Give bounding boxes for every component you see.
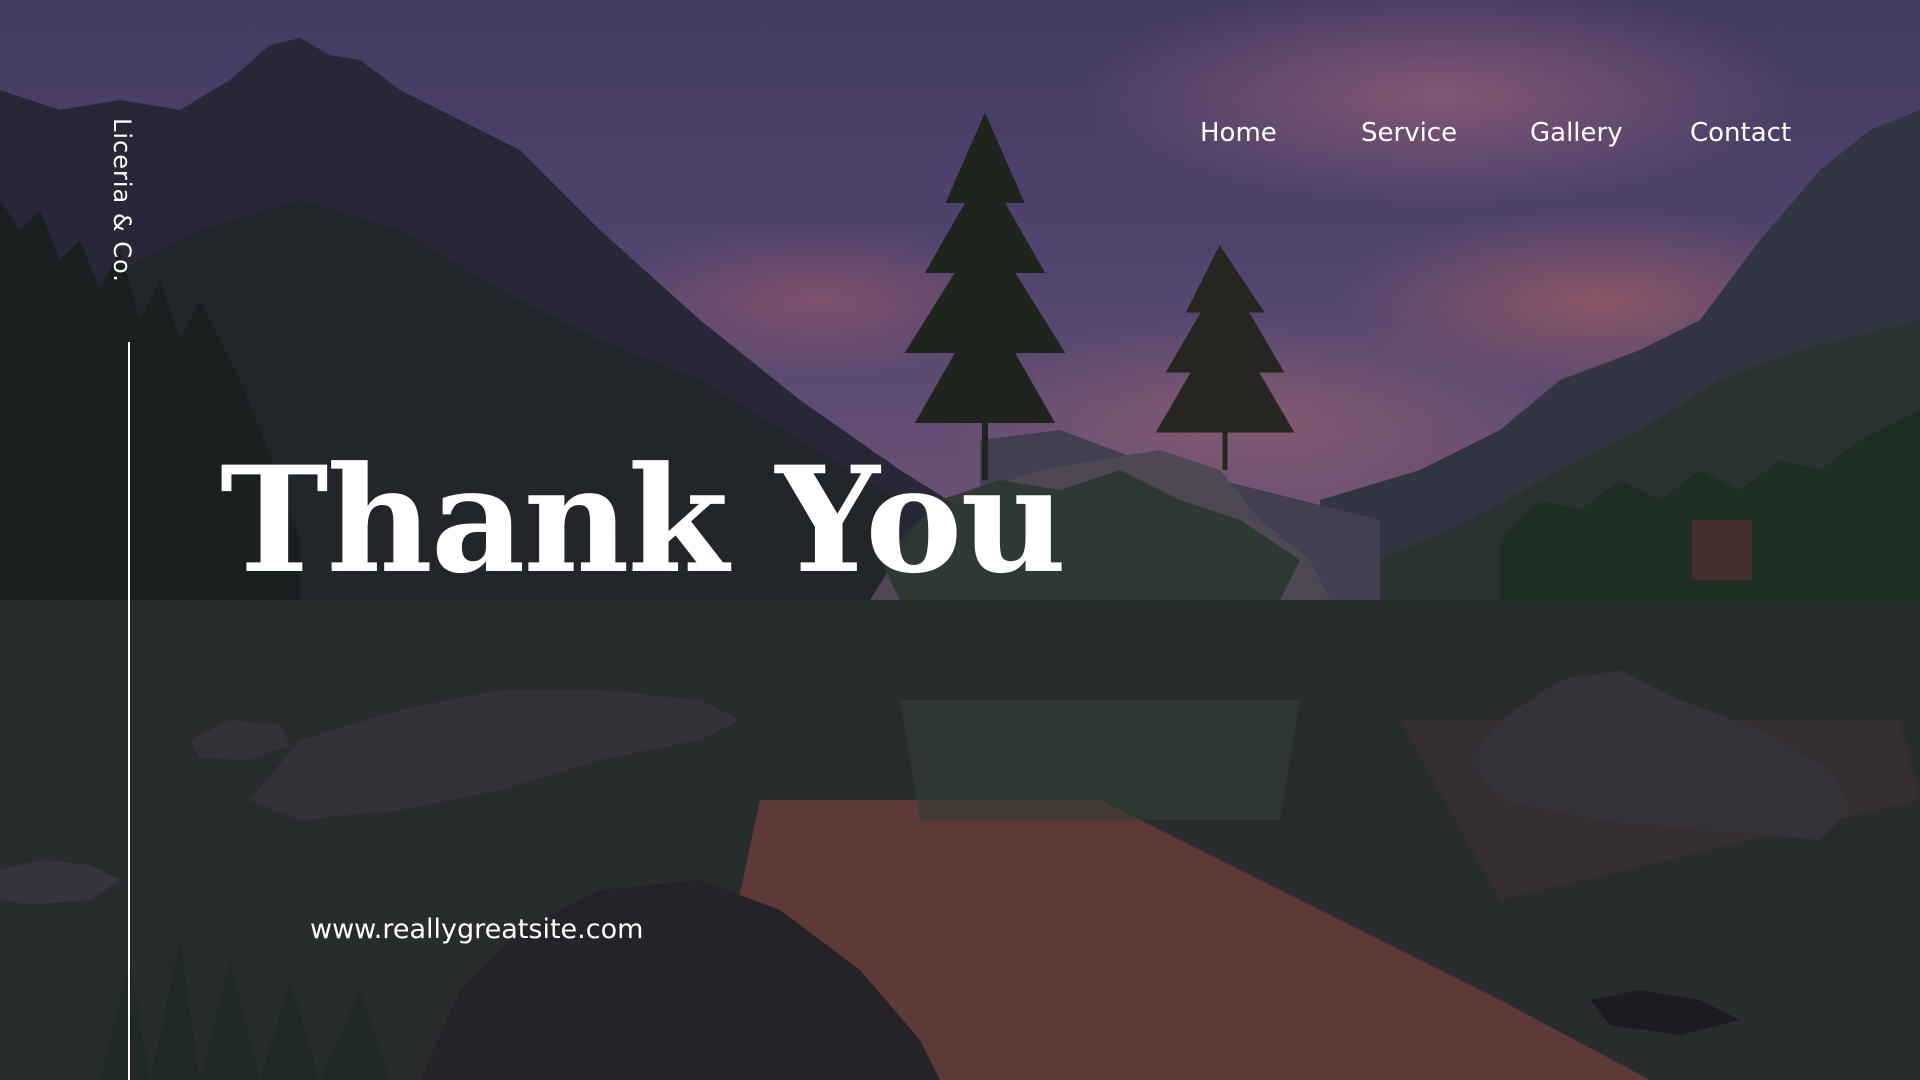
nav-link-gallery[interactable]: Gallery [1530,118,1623,148]
nav-link-contact[interactable]: Contact [1690,118,1791,148]
brand-name: Liceria & Co. [108,118,136,283]
nav-link-home[interactable]: Home [1200,118,1277,148]
vertical-divider-line [128,342,130,1080]
website-link[interactable]: www.reallygreatsite.com [310,914,643,945]
thank-you-slide: Liceria & Co. Home Service Gallery Conta… [0,0,1920,1080]
page-title: Thank You [220,435,1067,606]
nav-link-service[interactable]: Service [1361,118,1457,148]
